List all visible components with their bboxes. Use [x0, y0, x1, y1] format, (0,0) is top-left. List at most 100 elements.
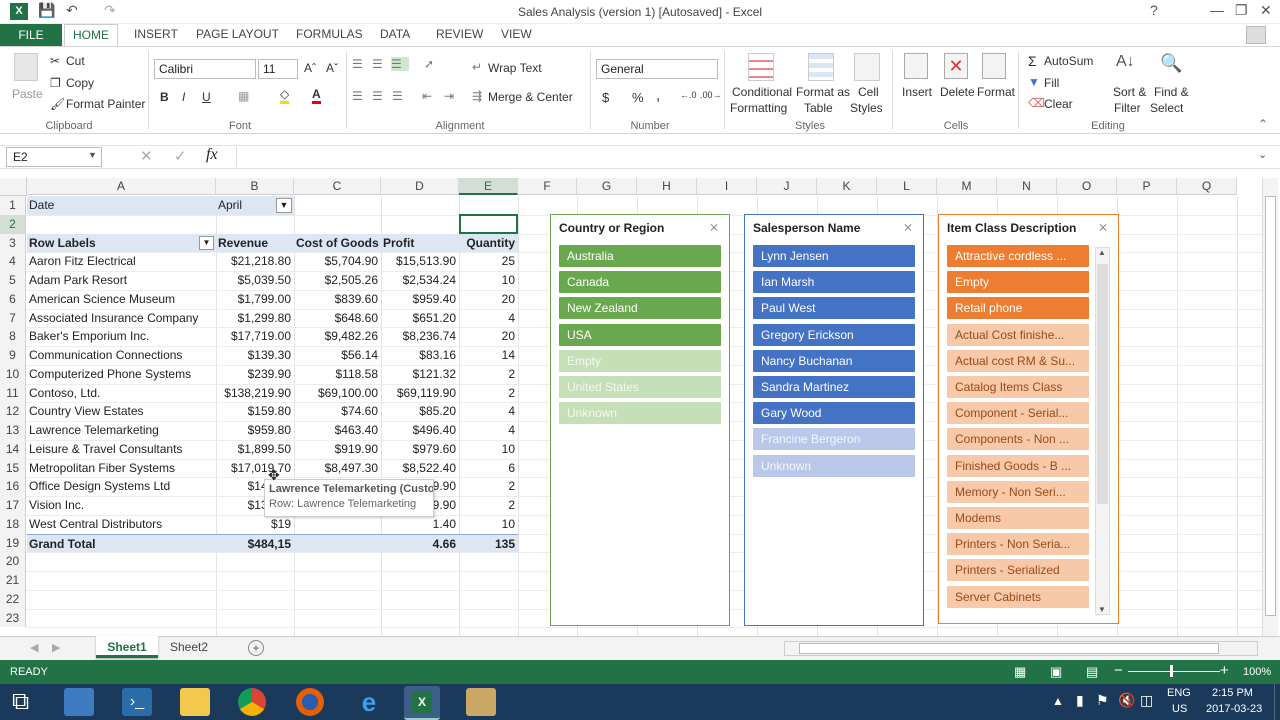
paste-icon[interactable] [14, 53, 38, 81]
tab-view[interactable]: VIEW [501, 27, 532, 41]
insert-cells-icon[interactable] [904, 53, 928, 79]
slicer-item[interactable]: Retail phone [947, 297, 1089, 320]
slicer-item[interactable]: United States [559, 376, 721, 398]
pivot-row-label[interactable]: Computerized Phone Systems [27, 365, 216, 384]
slicer-scrollbar-thumb[interactable] [1097, 264, 1108, 504]
pivot-row-label[interactable]: Leisure & Travel Consultants [27, 440, 216, 459]
slicer-item[interactable]: Unknown [559, 402, 721, 425]
underline-button[interactable]: U [202, 90, 211, 104]
powershell-icon[interactable]: ›_ [122, 688, 152, 716]
row-header-21[interactable]: 21 [0, 571, 26, 590]
column-header-n[interactable]: N [997, 178, 1057, 195]
find-select-label-2[interactable]: Select [1150, 101, 1183, 115]
autosum-button[interactable]: AutoSum [1044, 54, 1093, 68]
pivot-row-label[interactable]: Adam Park Resort [27, 271, 216, 290]
row-header-1[interactable]: 1 [0, 196, 26, 215]
volume-muted-icon[interactable]: 🔇 [1118, 692, 1135, 709]
flag-icon[interactable]: ⚑ [1096, 692, 1109, 709]
vertical-scrollbar-thumb[interactable] [1265, 196, 1276, 616]
scroll-down-icon[interactable]: ▼ [1098, 605, 1106, 614]
slicer-item[interactable]: New Zealand [559, 297, 721, 320]
slicer-item[interactable]: Empty [947, 271, 1089, 294]
slicer-item[interactable]: Empty [559, 349, 721, 372]
pivot-row-label[interactable]: Lawrence Telemarketing [27, 421, 216, 440]
chrome-icon[interactable] [238, 688, 266, 716]
bold-button[interactable]: B [160, 90, 169, 104]
slicer-item[interactable]: Actual Cost finishe... [947, 323, 1089, 346]
close-icon[interactable]: ✕ [1260, 2, 1272, 19]
grow-font-icon[interactable]: Aˆ [304, 61, 316, 75]
zoom-slider[interactable] [1128, 671, 1220, 672]
align-center-icon[interactable]: ☰ [372, 89, 383, 103]
slicer-item[interactable]: Printers - Serialized [947, 559, 1089, 582]
column-header-o[interactable]: O [1057, 178, 1117, 195]
prev-sheet-icon[interactable]: ◀ [30, 641, 38, 654]
cut-icon[interactable]: ✂ [50, 54, 60, 68]
windows-start-icon[interactable]: ⧉ [12, 688, 29, 716]
cell-styles-label-2[interactable]: Styles [850, 101, 883, 115]
pivot-row-label[interactable]: Baker's Emporium Inc. [27, 327, 216, 346]
slicer-salesperson-name[interactable]: Salesperson Name ⨯ Lynn Jensen Ian Marsh Pau… [744, 214, 924, 626]
orientation-icon[interactable]: ➚ [424, 57, 434, 71]
decrease-indent-icon[interactable]: ⇤ [422, 89, 432, 103]
row-header-20[interactable]: 20 [0, 552, 26, 571]
row-header-15[interactable]: 15 [0, 458, 26, 478]
slicer-item[interactable]: Francine Bergeron [753, 428, 915, 451]
shrink-font-icon[interactable]: Aˇ [326, 61, 338, 75]
language-us[interactable]: US [1172, 703, 1187, 715]
battery-icon[interactable]: ▮ [1076, 692, 1084, 709]
slicer-item[interactable]: Unknown [753, 454, 915, 477]
slicer-item[interactable]: Gregory Erickson [753, 323, 915, 346]
clear-filter-icon[interactable]: ⨯ [709, 220, 719, 234]
row-header-11[interactable]: 11 [0, 383, 26, 403]
row-header-23[interactable]: 23 [0, 608, 26, 628]
pivot-row-label[interactable]: Aaron Fitz Electrical [27, 252, 216, 271]
conditional-formatting-label-2[interactable]: Formatting [730, 101, 787, 115]
sheet-tab-sheet1[interactable]: Sheet1 [96, 636, 158, 658]
row-header-6[interactable]: 6 [0, 289, 26, 309]
find-select-icon[interactable]: 🔍 [1160, 53, 1182, 74]
slicer-scrollbar[interactable]: ▲ ▼ [1095, 247, 1110, 615]
delete-cells-icon[interactable]: ✕ [944, 53, 968, 79]
row-header-10[interactable]: 10 [0, 364, 26, 384]
slicer-item[interactable]: Memory - Non Seri... [947, 480, 1089, 503]
slicer-item[interactable]: Actual cost RM & Su... [947, 349, 1089, 372]
explorer-settings-icon[interactable] [64, 688, 94, 716]
slicer-item[interactable]: USA [559, 323, 721, 346]
column-header-d[interactable]: D [381, 178, 459, 195]
next-sheet-icon[interactable]: ▶ [52, 641, 60, 654]
slicer-item[interactable]: Nancy Buchanan [753, 349, 915, 372]
tab-home[interactable]: HOME [64, 24, 118, 47]
column-header-j[interactable]: J [757, 178, 817, 195]
page-layout-view-icon[interactable]: ▣ [1050, 664, 1062, 680]
borders-icon[interactable]: ▦ [238, 89, 249, 103]
percent-button[interactable]: % [632, 90, 644, 105]
format-cells-icon[interactable] [982, 53, 1006, 79]
insert-function-button[interactable]: fx [206, 146, 218, 164]
pivot-row-label[interactable]: Metropolitan Fiber Systems [27, 459, 216, 478]
enter-entry-icon[interactable]: ✓ [174, 147, 187, 165]
format-painter-icon[interactable]: 🖌 [50, 97, 65, 111]
cell-styles-icon[interactable] [854, 53, 880, 81]
zoom-level[interactable]: 100% [1243, 666, 1271, 678]
help-icon[interactable]: ? [1150, 2, 1158, 18]
insert-cells-button[interactable]: Insert [902, 85, 932, 99]
clear-filter-icon[interactable]: ⨯ [1098, 220, 1108, 234]
horizontal-scrollbar-thumb[interactable] [799, 643, 1219, 654]
row-header-19[interactable]: 19 [0, 533, 26, 553]
tab-formulas[interactable]: FORMULAS [296, 27, 363, 41]
horizontal-scrollbar[interactable] [784, 641, 1258, 656]
row-header-16[interactable]: 16 [0, 477, 26, 496]
pivot-row-label[interactable]: Vision Inc. [27, 496, 216, 515]
page-break-view-icon[interactable]: ▤ [1086, 664, 1098, 680]
cell-styles-label-1[interactable]: Cell [858, 85, 879, 99]
row-header-12[interactable]: 12 [0, 402, 26, 421]
wrap-text-button[interactable]: Wrap Text [488, 61, 542, 75]
comma-button[interactable]: , [656, 87, 660, 104]
format-as-table-icon[interactable] [808, 53, 834, 81]
italic-button[interactable]: I [182, 90, 185, 104]
copy-button[interactable]: Copy [66, 76, 94, 90]
scroll-up-icon[interactable]: ▲ [1098, 248, 1106, 257]
currency-button[interactable]: $ [602, 90, 609, 105]
sort-filter-icon[interactable]: A↓ [1116, 53, 1135, 71]
